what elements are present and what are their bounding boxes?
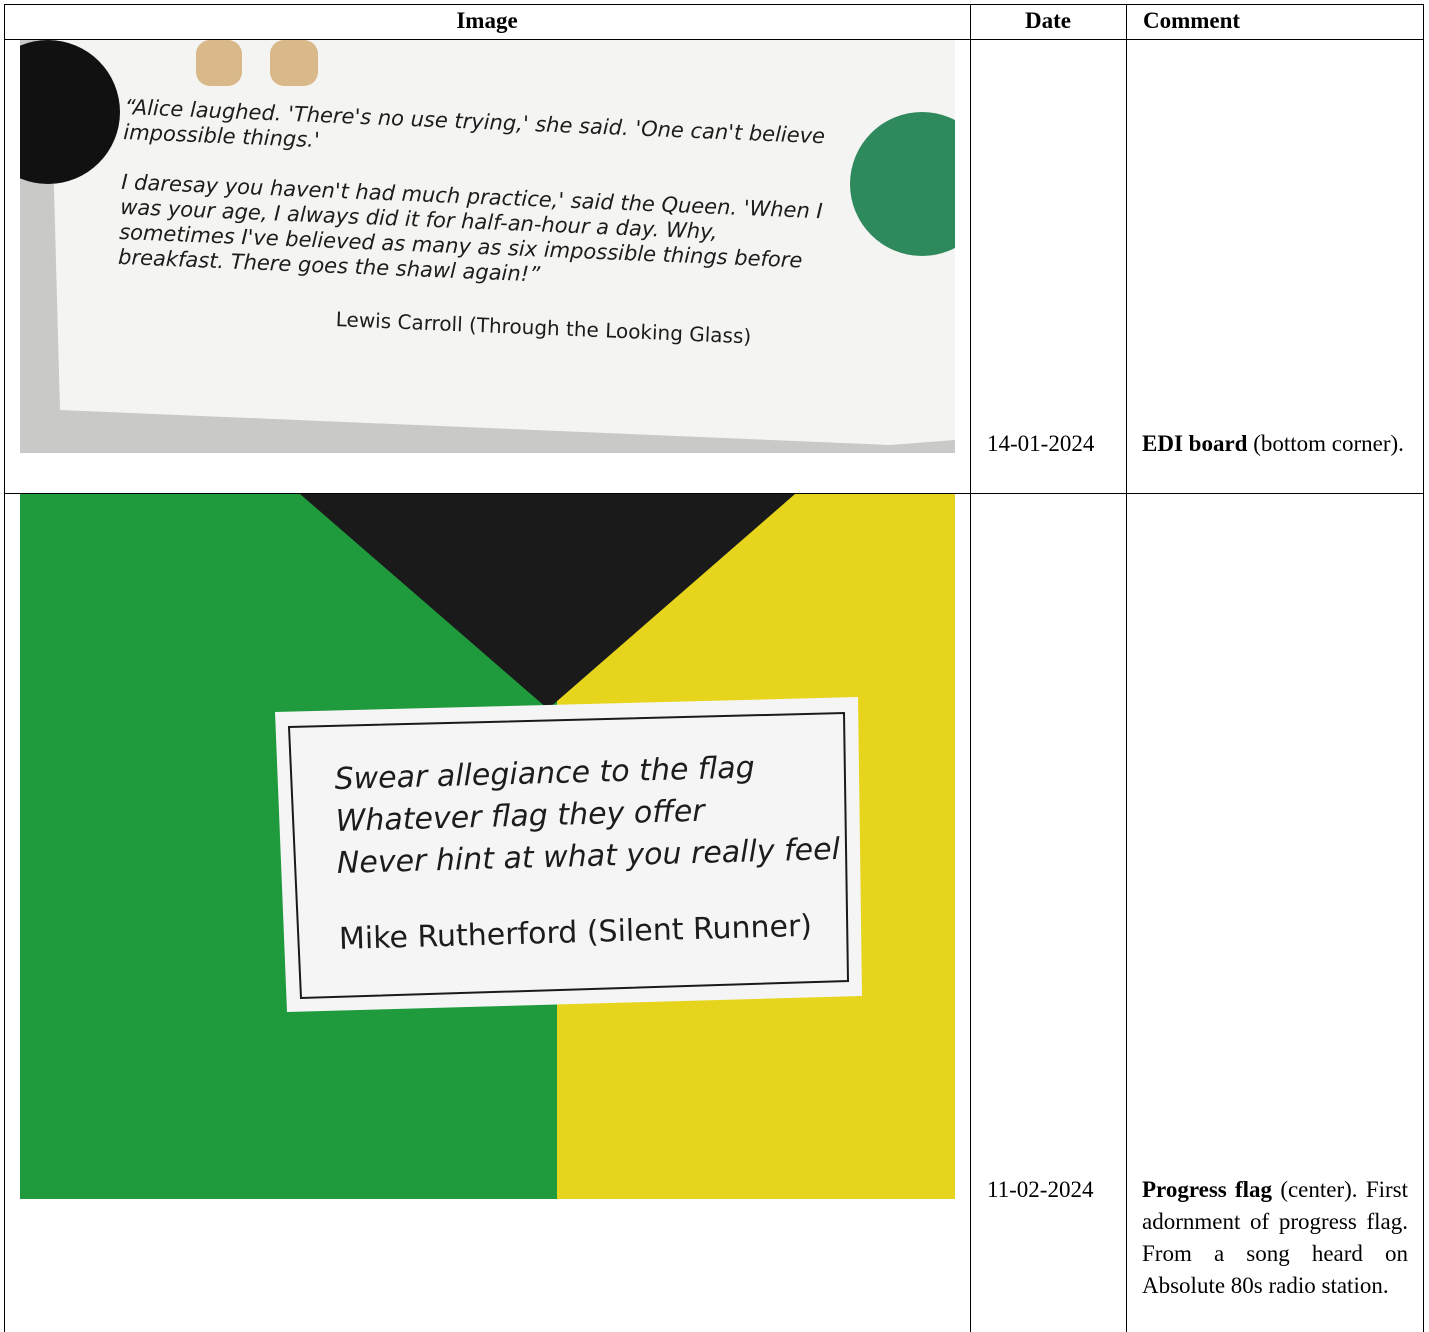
comment-cell: Progress flag (center). First adornment … bbox=[1142, 1174, 1408, 1302]
header-image: Image bbox=[456, 8, 518, 33]
wooden-peg-right bbox=[270, 40, 318, 86]
date-cell: 14-01-2024 bbox=[987, 431, 1095, 456]
photo-edi-board: “Alice laughed. 'There's no use trying,'… bbox=[20, 40, 955, 453]
comment-body: (bottom corner). bbox=[1247, 431, 1404, 456]
comment-title: Progress flag bbox=[1142, 1177, 1273, 1202]
comment-cell: EDI board (bottom corner). bbox=[1142, 428, 1408, 460]
header-date: Date bbox=[1025, 8, 1071, 33]
photo-progress-flag: Swear allegiance to the flag Whatever fl… bbox=[20, 494, 955, 1199]
wooden-peg-left bbox=[196, 40, 242, 86]
date-cell: 11-02-2024 bbox=[987, 1177, 1094, 1202]
comment-title: EDI board bbox=[1142, 431, 1248, 456]
header-comment: Comment bbox=[1143, 8, 1241, 33]
